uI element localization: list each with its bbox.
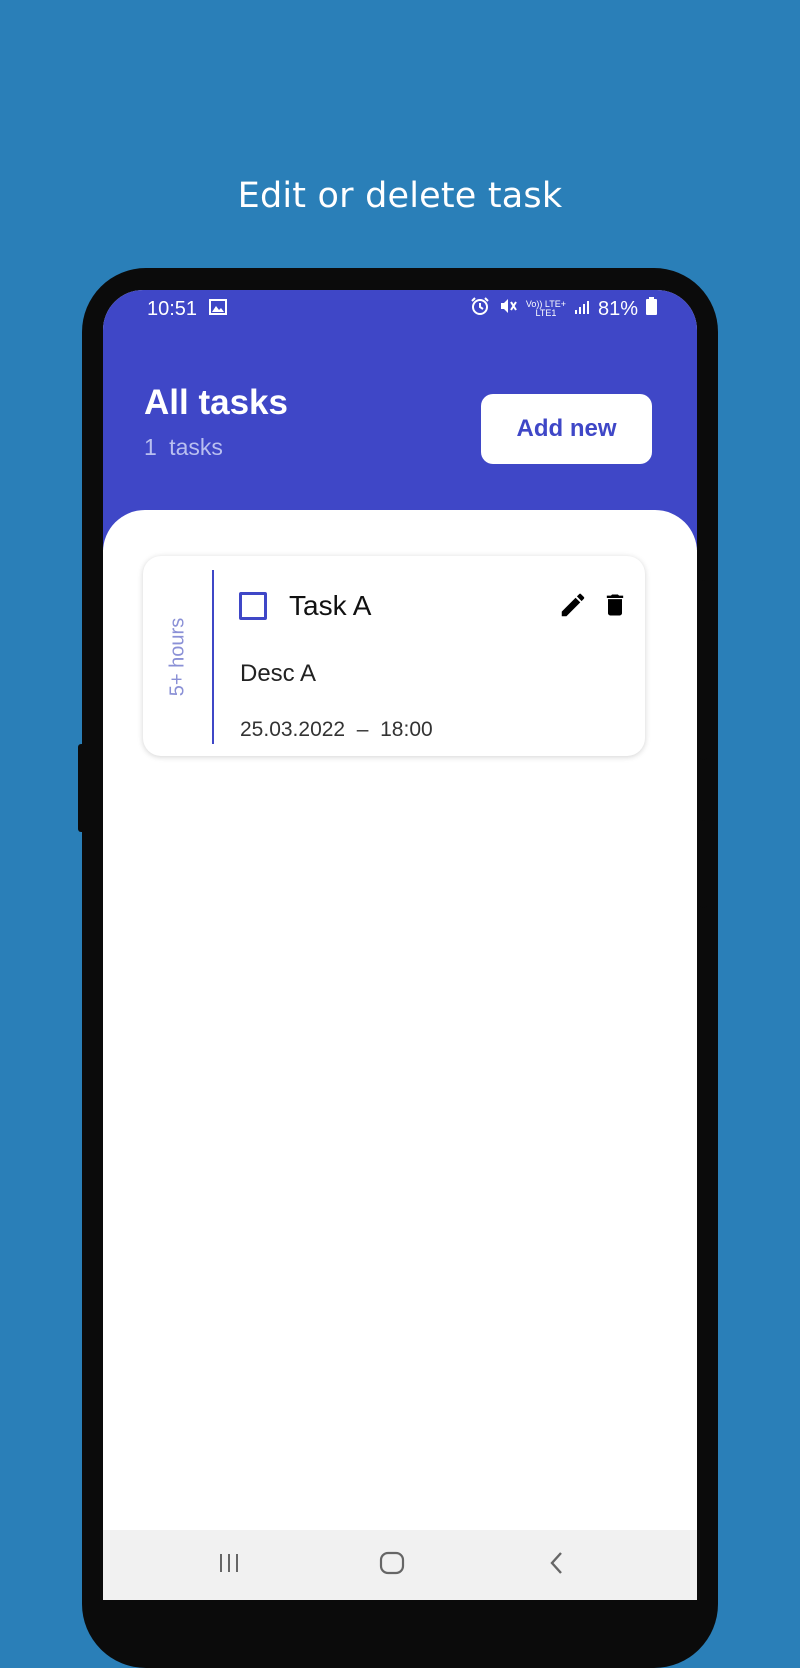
status-time: 10:51 (147, 298, 198, 320)
add-new-button[interactable]: Add new (481, 394, 652, 464)
status-bar: 10:51 Vo)) LTE+ LTE1 81% (103, 290, 697, 330)
delete-icon[interactable] (601, 590, 629, 620)
page-title: All tasks (144, 383, 288, 422)
headline: Edit or delete task (237, 176, 563, 216)
recent-apps-icon[interactable] (217, 1550, 241, 1581)
card-divider (212, 570, 214, 744)
mute-icon (498, 296, 518, 322)
task-list: 5+ hours Task A Desc A 25.03.2022 – 18:0… (103, 510, 697, 1600)
task-checkbox[interactable] (239, 592, 267, 620)
home-icon[interactable] (379, 1550, 405, 1581)
task-description: Desc A (240, 660, 317, 687)
alarm-icon (470, 296, 490, 322)
battery-percent: 81% (597, 297, 638, 320)
duration-column: 5+ hours (143, 570, 213, 744)
battery-icon (646, 297, 657, 321)
phone-side-button-left (78, 744, 86, 832)
back-icon[interactable] (547, 1550, 567, 1581)
signal-icon (574, 298, 590, 321)
task-count: 1 tasks (144, 434, 223, 460)
app-screen: 10:51 Vo)) LTE+ LTE1 81% All tasks 1 tas… (103, 290, 697, 1600)
task-card[interactable]: 5+ hours Task A Desc A 25.03.2022 – 18:0… (143, 556, 645, 756)
phone-volume-button (700, 580, 707, 760)
task-title: Task A (289, 590, 372, 621)
status-icons: Vo)) LTE+ LTE1 81% (470, 296, 657, 322)
network-bottom-label: LTE1 (535, 308, 557, 318)
phone-power-button (700, 820, 707, 908)
task-datetime: 25.03.2022 – 18:00 (240, 718, 433, 741)
edit-icon[interactable] (558, 590, 588, 620)
navigation-bar (103, 1530, 697, 1600)
task-duration: 5+ hours (166, 617, 189, 697)
image-icon (209, 298, 227, 321)
network-label: Vo)) LTE+ LTE1 (526, 300, 566, 318)
